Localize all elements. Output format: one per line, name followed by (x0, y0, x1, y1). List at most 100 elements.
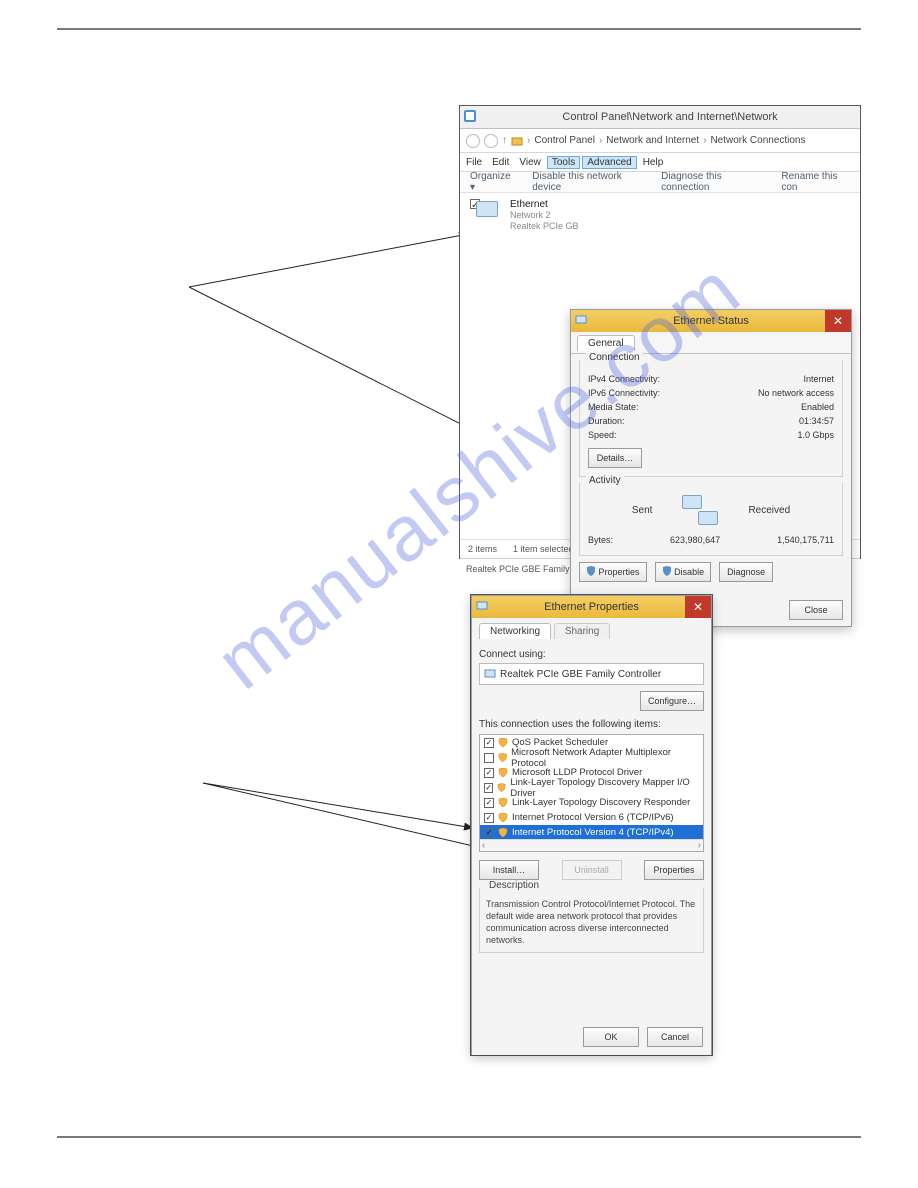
list-item[interactable]: ✓ Internet Protocol Version 6 (TCP/IPv6) (480, 810, 703, 825)
close-button[interactable]: Close (789, 600, 843, 620)
group-label: Connection (586, 352, 643, 363)
menu-edit[interactable]: Edit (492, 157, 509, 168)
shield-icon (586, 566, 596, 576)
bytes-label: Bytes: (588, 533, 613, 547)
properties-button[interactable]: Properties (579, 562, 647, 582)
row-key: Media State: (588, 400, 639, 414)
protocol-icon (498, 813, 508, 823)
disable-button[interactable]: Disable (655, 562, 712, 582)
row-key: Duration: (588, 414, 625, 428)
breadcrumb-item[interactable]: Control Panel (534, 135, 595, 146)
properties-label: Properties (599, 567, 640, 577)
diagnose-button[interactable]: Diagnose (719, 562, 773, 582)
close-icon[interactable]: ✕ (825, 310, 851, 332)
rename-link[interactable]: Rename this con (781, 171, 850, 193)
horizontal-scrollbar[interactable]: ‹› (480, 839, 703, 851)
checkbox-icon[interactable]: ✓ (484, 783, 493, 793)
close-icon[interactable]: ✕ (685, 596, 711, 618)
bytes-received: 1,540,175,711 (777, 533, 834, 547)
configure-button[interactable]: Configure… (640, 691, 704, 711)
ethernet-properties-frame: Ethernet Properties ✕ Networking Sharing… (470, 594, 713, 1056)
items-count: 2 items (468, 544, 497, 554)
menu-tools[interactable]: Tools (547, 156, 580, 169)
row-val: Internet (803, 372, 834, 386)
window-titlebar: Control Panel\Network and Internet\Netwo… (460, 106, 860, 129)
dialog-icon (575, 314, 587, 326)
shield-icon (662, 566, 672, 576)
list-item-text: Link-Layer Topology Discovery Mapper I/O… (510, 777, 699, 799)
ethernet-properties-dialog: Ethernet Properties ✕ Networking Sharing… (471, 595, 712, 1055)
details-button[interactable]: Details… (588, 448, 642, 468)
command-bar: Organize ▾ Disable this network device D… (460, 172, 860, 193)
menu-bar: File Edit View Tools Advanced Help (460, 153, 860, 172)
checkbox-icon[interactable]: ✓ (484, 798, 494, 808)
row-val: 01:34:57 (799, 414, 834, 428)
tab-sharing[interactable]: Sharing (554, 623, 610, 639)
row-val: 1.0 Gbps (797, 428, 834, 442)
network-adapter-icon (476, 201, 498, 217)
network-connections-window: Control Panel\Network and Internet\Netwo… (459, 105, 861, 559)
tab-general[interactable]: General (577, 335, 635, 351)
window-title-text: Control Panel\Network and Internet\Netwo… (562, 111, 777, 123)
dialog-title: Ethernet Properties (544, 601, 639, 613)
tab-networking[interactable]: Networking (479, 623, 551, 639)
dialog-title: Ethernet Status (673, 315, 749, 327)
breadcrumb-bar: ↑ › Control Panel › Network and Internet… (460, 129, 860, 153)
description-group: Description Transmission Control Protoco… (479, 888, 704, 953)
checkbox-icon[interactable]: ✓ (484, 738, 494, 748)
adapter-name: Ethernet (510, 199, 579, 210)
breadcrumb-item[interactable]: Network Connections (710, 135, 805, 146)
list-item[interactable]: ✓Link-Layer Topology Discovery Mapper I/… (480, 780, 703, 795)
activity-group: Activity Sent Received Bytes: 623,980,64… (579, 483, 843, 556)
received-label: Received (748, 505, 790, 516)
checkbox-icon[interactable]: ✓ (484, 768, 494, 778)
list-item[interactable]: ✓ Link-Layer Topology Discovery Responder (480, 795, 703, 810)
dialog-icon (476, 600, 488, 612)
list-item-text: Link-Layer Topology Discovery Responder (512, 797, 690, 808)
protocol-icon (498, 753, 508, 763)
device-field: Realtek PCIe GBE Family Controller (479, 663, 704, 685)
install-button[interactable]: Install… (479, 860, 539, 880)
ethernet-adapter-item[interactable]: ✓ Ethernet Network 2 Realtek PCIe GB (470, 199, 579, 232)
description-text: Transmission Control Protocol/Internet P… (486, 899, 695, 945)
description-label: Description (486, 880, 542, 892)
row-key: IPv6 Connectivity: (588, 386, 660, 400)
disable-label: Disable (674, 567, 704, 577)
forward-icon[interactable] (484, 134, 498, 148)
protocol-icon (497, 783, 506, 793)
uninstall-button: Uninstall (562, 860, 622, 880)
menu-file[interactable]: File (466, 157, 482, 168)
protocol-icon (498, 738, 508, 748)
list-item[interactable]: Microsoft Network Adapter Multiplexor Pr… (480, 750, 703, 765)
connect-using-label: Connect using: (479, 649, 704, 660)
cancel-button[interactable]: Cancel (647, 1027, 703, 1047)
device-name: Realtek PCIe GBE Family Controller (500, 669, 661, 680)
ok-button[interactable]: OK (583, 1027, 639, 1047)
diagnose-link[interactable]: Diagnose this connection (661, 171, 763, 193)
row-key: Speed: (588, 428, 617, 442)
selected-count: 1 item selected (513, 544, 574, 554)
protocol-icon (498, 828, 508, 838)
breadcrumb-item[interactable]: Network and Internet (606, 135, 699, 146)
list-item-text: Internet Protocol Version 6 (TCP/IPv6) (512, 812, 674, 823)
disable-device-link[interactable]: Disable this network device (532, 171, 643, 193)
control-panel-icon (463, 109, 477, 123)
menu-advanced[interactable]: Advanced (582, 156, 636, 169)
menu-help[interactable]: Help (643, 157, 664, 168)
row-val: No network access (758, 386, 834, 400)
checkbox-icon[interactable] (484, 753, 494, 763)
row-val: Enabled (801, 400, 834, 414)
up-icon[interactable]: ↑ (502, 135, 507, 146)
checkbox-icon[interactable]: ✓ (484, 828, 494, 838)
connection-items-list[interactable]: ✓QoS Packet SchedulerMicrosoft Network A… (479, 734, 704, 852)
back-icon[interactable] (466, 134, 480, 148)
ethernet-status-dialog: Ethernet Status ✕ General Connection IPv… (570, 309, 852, 627)
list-properties-button[interactable]: Properties (644, 860, 704, 880)
organize-button[interactable]: Organize ▾ (470, 171, 514, 193)
items-label: This connection uses the following items… (479, 719, 704, 730)
sent-label: Sent (632, 505, 653, 516)
menu-view[interactable]: View (519, 157, 541, 168)
list-item[interactable]: ✓Internet Protocol Version 4 (TCP/IPv4) (480, 825, 703, 840)
bytes-sent: 623,980,647 (613, 533, 777, 547)
checkbox-icon[interactable]: ✓ (484, 813, 494, 823)
